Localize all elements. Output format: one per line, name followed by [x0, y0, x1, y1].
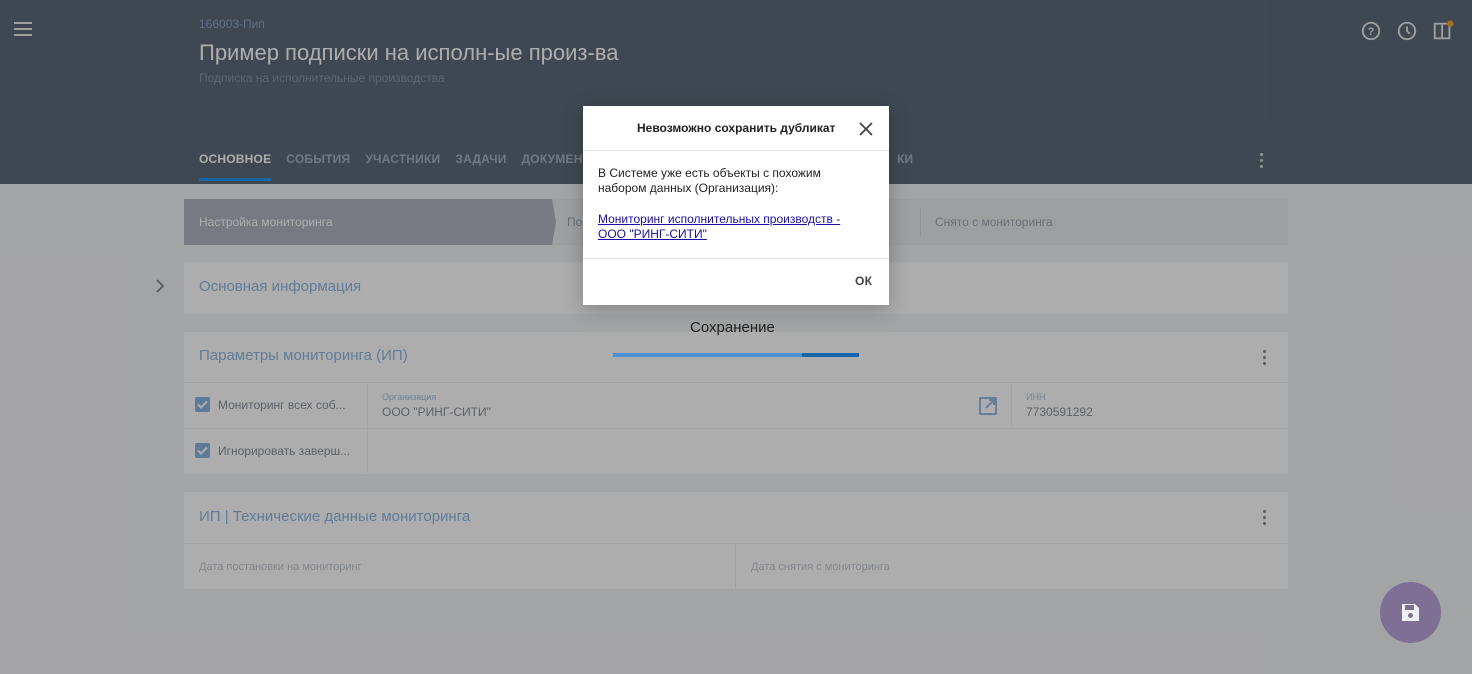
saving-label: Сохранение: [690, 319, 775, 336]
saving-progress-bar: [613, 353, 859, 357]
close-icon[interactable]: [859, 122, 873, 136]
duplicate-object-link[interactable]: Мониторинг исполнительных производств - …: [598, 212, 868, 242]
ok-button[interactable]: ОК: [855, 274, 872, 288]
dialog-title: Невозможно сохранить дубликат: [637, 121, 836, 135]
save-icon: [1402, 604, 1419, 621]
saving-progress-fill: [613, 353, 803, 357]
duplicate-dialog: Невозможно сохранить дубликат В Системе …: [583, 106, 889, 305]
dialog-message: В Системе уже есть объекты с похожим наб…: [598, 166, 821, 195]
modal-overlay[interactable]: [0, 0, 1472, 674]
save-fab-button[interactable]: [1380, 582, 1441, 643]
dialog-divider-top: [583, 150, 889, 151]
dialog-divider-bottom: [583, 258, 889, 259]
